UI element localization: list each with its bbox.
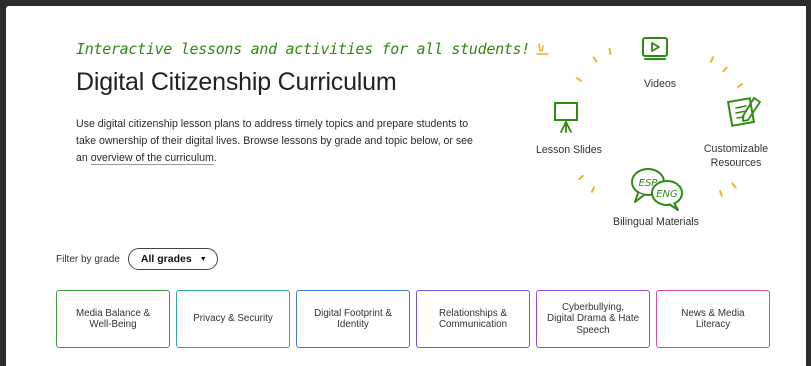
topic-card-label: News & Media Literacy xyxy=(681,307,745,331)
ray-decoration xyxy=(730,182,738,189)
topic-card-label: Privacy & Security xyxy=(193,313,273,325)
grade-select-value: All grades xyxy=(140,253,192,265)
topic-card[interactable]: Privacy & Security xyxy=(176,290,290,348)
tagline: Interactive lessons and activities for a… xyxy=(76,40,550,58)
video-play-icon xyxy=(642,37,668,60)
ray-decoration xyxy=(575,76,583,83)
grade-filter: Filter by grade All grades ▼ xyxy=(56,248,218,270)
customizable-resources-icon xyxy=(726,97,761,127)
feature-lesson-slides: Lesson Slides xyxy=(536,144,602,156)
topic-card[interactable]: Cyberbullying, Digital Drama & Hate Spee… xyxy=(536,290,650,348)
lesson-slides-icon xyxy=(554,102,578,133)
topic-card-label: Relationships & Communication xyxy=(438,307,508,331)
page-description: Use digital citizenship lesson plans to … xyxy=(76,116,486,167)
highlight-spark-icon xyxy=(536,43,549,55)
page-frame: Interactive lessons and activities for a… xyxy=(6,6,806,366)
tagline-text: Interactive lessons and activities for a… xyxy=(76,40,531,58)
topic-card[interactable]: Relationships & Communication xyxy=(416,290,530,348)
page-title: Digital Citizenship Curriculum xyxy=(76,68,397,96)
ray-decoration xyxy=(718,189,724,198)
overview-link[interactable]: overview of the curriculum xyxy=(90,152,214,165)
topic-card-label: Cyberbullying, Digital Drama & Hate Spee… xyxy=(547,301,640,336)
ray-decoration xyxy=(721,66,729,73)
description-end: . xyxy=(213,152,217,164)
topic-card[interactable]: Media Balance & Well-Being xyxy=(56,290,170,348)
filter-label: Filter by grade xyxy=(56,253,120,265)
feature-bilingual-materials: Bilingual Materials xyxy=(613,216,699,228)
eng-label: ENG xyxy=(656,189,678,200)
feature-customizable-resources: Customizable Resources xyxy=(703,143,769,169)
ray-decoration xyxy=(577,174,585,181)
topic-card[interactable]: News & Media Literacy xyxy=(656,290,770,348)
bilingual-speech-bubbles-icon: ESP ENG xyxy=(631,168,683,211)
grade-select[interactable]: All grades ▼ xyxy=(127,248,218,270)
ray-decoration xyxy=(592,56,598,63)
topic-card[interactable]: Digital Footprint & Identity xyxy=(296,290,410,348)
ray-decoration xyxy=(590,185,596,194)
topic-card-label: Digital Footprint & Identity xyxy=(314,307,392,331)
feature-videos: Videos xyxy=(643,78,677,90)
ray-decoration xyxy=(736,82,744,89)
ray-decoration xyxy=(709,55,715,64)
topic-list: Media Balance & Well-Being Privacy & Secu… xyxy=(56,290,770,348)
topic-card-label: Media Balance & Well-Being xyxy=(75,307,151,331)
ray-decoration xyxy=(608,47,612,56)
esp-label: ESP xyxy=(639,178,659,189)
chevron-down-icon: ▼ xyxy=(199,255,207,263)
